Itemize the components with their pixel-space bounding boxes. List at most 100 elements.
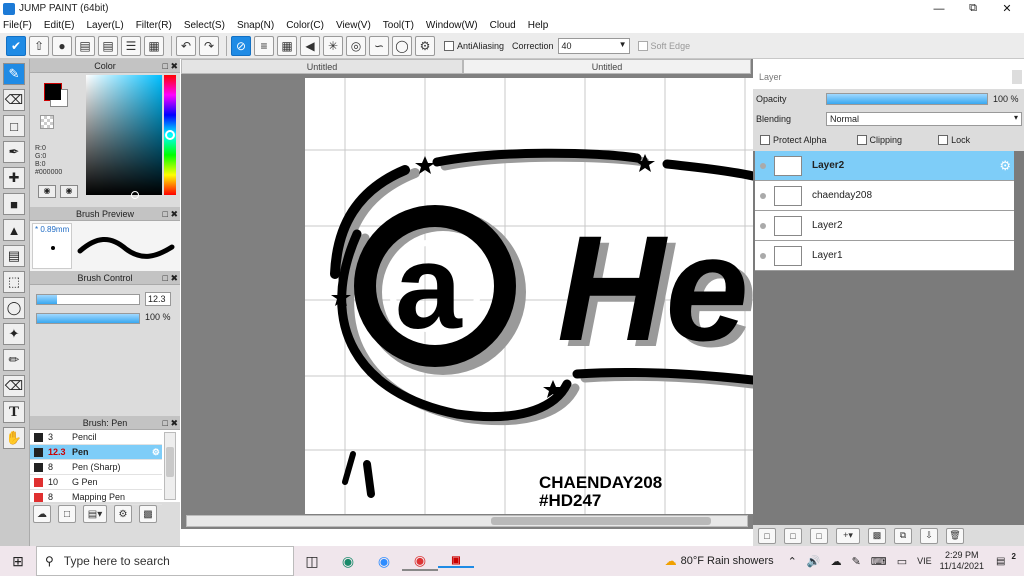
windows-start-icon[interactable]: ⊞ — [0, 546, 36, 576]
keyboard-icon[interactable]: ⌨ — [871, 555, 887, 568]
document-icon[interactable]: ▤ — [98, 35, 118, 56]
protect-alpha-checkbox[interactable] — [760, 135, 770, 145]
saturation-value-picker[interactable] — [86, 75, 162, 195]
tab-untitled-2[interactable]: Untitled — [463, 59, 751, 74]
snap-settings-icon[interactable]: ⚙ — [415, 35, 435, 56]
menu-window[interactable]: Window(W) — [426, 20, 478, 31]
close-button[interactable]: ✕ — [990, 0, 1024, 17]
lock-checkbox[interactable] — [938, 135, 949, 145]
brush-folder-icon[interactable]: ▩ — [139, 505, 157, 523]
shape-tool-icon[interactable]: □ — [3, 115, 25, 137]
brush-cloud-icon[interactable]: ☁ — [33, 505, 51, 523]
brush-list-item[interactable]: 8 Pen (Sharp) — [30, 460, 162, 475]
soft-edge-checkbox[interactable] — [637, 40, 648, 51]
move-tool-icon[interactable]: ✚ — [3, 167, 25, 189]
menu-file[interactable]: File(F) — [3, 20, 32, 31]
volume-icon[interactable]: 🔊 — [807, 555, 821, 568]
grid-settings-icon[interactable]: ▦ — [144, 35, 164, 56]
menu-tool[interactable]: Tool(T) — [383, 20, 414, 31]
duplicate-layer-icon[interactable]: ⧉ — [894, 527, 912, 544]
scrollbar-thumb[interactable] — [166, 447, 174, 477]
menu-layer[interactable]: Layer(L) — [86, 20, 123, 31]
jump-paint-taskbar-icon[interactable]: ▣ — [438, 555, 474, 568]
cloud-sync-icon[interactable]: ✔ — [6, 35, 26, 56]
blending-select[interactable]: Normal ▾ — [826, 112, 1022, 126]
eraser-tool-icon[interactable]: ⌫ — [3, 89, 25, 111]
delete-layer-icon[interactable]: 🗑 — [946, 527, 964, 544]
redo-icon[interactable]: ↷ — [199, 35, 219, 56]
scrollbar-thumb[interactable] — [491, 517, 711, 525]
menu-help[interactable]: Help — [528, 20, 549, 31]
color-picker-handle[interactable] — [131, 191, 139, 199]
layer-row[interactable]: chaenday208 — [755, 181, 1014, 211]
gear-icon[interactable]: ⚙ — [152, 447, 160, 458]
snap-off-icon[interactable]: ⊘ — [231, 35, 251, 56]
network-icon[interactable]: ☁ — [831, 555, 842, 568]
layer-opacity-slider[interactable] — [826, 93, 988, 105]
lasso-tool-icon[interactable]: ◯ — [3, 297, 25, 319]
brush-menu-icon[interactable]: ▤▾ — [83, 505, 107, 523]
horizontal-scrollbar[interactable] — [186, 515, 748, 527]
hue-slider-handle[interactable] — [165, 130, 175, 140]
color-palette-icon[interactable]: ◉ — [60, 185, 78, 198]
panel-buttons[interactable]: □ ✖ — [163, 207, 178, 221]
weather-text[interactable]: 80°F Rain showers — [681, 555, 774, 567]
visibility-eye-icon[interactable] — [760, 192, 766, 199]
comment-icon[interactable]: ● — [52, 35, 72, 56]
visibility-eye-icon[interactable] — [760, 252, 766, 259]
color-mixer-icon[interactable]: ◉ — [38, 185, 56, 198]
tab-untitled-1[interactable]: Untitled — [181, 59, 463, 74]
visibility-eye-icon[interactable] — [760, 222, 766, 229]
panel-buttons[interactable]: □ ✖ — [163, 59, 178, 73]
clipping-checkbox[interactable] — [856, 135, 867, 145]
layer-folder-icon[interactable]: ▩ — [868, 527, 886, 544]
brush-tool-icon[interactable]: ✎ — [3, 63, 25, 85]
menu-snap[interactable]: Snap(N) — [237, 20, 274, 31]
new-brush-icon[interactable]: □ — [58, 505, 76, 523]
new-layer-icon[interactable]: □ — [758, 527, 776, 544]
select-eraser-tool-icon[interactable]: ⌫ — [3, 375, 25, 397]
select-pen-tool-icon[interactable]: ✏ — [3, 349, 25, 371]
message-icon[interactable]: ▤ — [75, 35, 95, 56]
merge-layer-icon[interactable]: ⇩ — [920, 527, 938, 544]
panel-buttons[interactable]: □ ✖ — [163, 271, 178, 285]
chevron-up-icon[interactable]: ⌃ — [788, 555, 797, 568]
menu-view[interactable]: View(V) — [336, 20, 371, 31]
antialiasing-checkbox[interactable] — [444, 40, 454, 51]
snap-radial-icon[interactable]: ✳ — [323, 35, 343, 56]
chrome-browser-icon[interactable]: ◉ — [402, 552, 438, 571]
layer-row[interactable]: Layer1 — [755, 241, 1014, 271]
text-tool-icon[interactable]: T — [3, 401, 25, 423]
correction-select[interactable]: 40 ▼ — [557, 37, 630, 54]
snap-curve-icon[interactable]: ∽ — [369, 35, 389, 56]
pen-icon[interactable]: ✎ — [852, 555, 861, 568]
bucket-tool-icon[interactable]: ▲ — [3, 219, 25, 241]
brush-list-item[interactable]: 10 G Pen — [30, 475, 162, 490]
menu-cloud[interactable]: Cloud — [490, 20, 516, 31]
brush-list-item[interactable]: 12.3 Pen ⚙ — [30, 445, 162, 460]
eyedropper-tool-icon[interactable]: ✒ — [3, 141, 25, 163]
snap-concentric-icon[interactable]: ◎ — [346, 35, 366, 56]
add-layer-menu-icon[interactable]: +▾ — [836, 527, 860, 544]
brush-opacity-slider[interactable] — [36, 313, 140, 324]
snap-grid-icon[interactable]: ▦ — [277, 35, 297, 56]
hand-tool-icon[interactable]: ✋ — [3, 427, 25, 449]
minimize-button[interactable]: — — [922, 0, 956, 17]
language-indicator[interactable]: VIE — [917, 556, 932, 566]
gear-icon[interactable]: ⚙ — [999, 158, 1011, 174]
menu-edit[interactable]: Edit(E) — [44, 20, 75, 31]
zoom-app-icon[interactable]: ◉ — [366, 553, 402, 570]
select-rect-tool-icon[interactable]: ⬚ — [3, 271, 25, 293]
drawing-canvas[interactable]: He a He CHAENDAY208 #HD247 — [305, 78, 753, 514]
brush-list-item[interactable]: 3 Pencil — [30, 430, 162, 445]
menu-color[interactable]: Color(C) — [286, 20, 324, 31]
taskbar-search[interactable]: ⚲ Type here to search — [36, 546, 294, 576]
new-layer-1bit-icon[interactable]: □ — [810, 527, 828, 544]
snap-circle-icon[interactable]: ◯ — [392, 35, 412, 56]
layer-row[interactable]: Layer2 — [755, 211, 1014, 241]
panel-grip[interactable] — [1012, 70, 1022, 84]
magic-wand-tool-icon[interactable]: ✦ — [3, 323, 25, 345]
brush-size-slider[interactable] — [36, 294, 140, 305]
export-icon[interactable]: ⇧ — [29, 35, 49, 56]
menu-select[interactable]: Select(S) — [184, 20, 225, 31]
